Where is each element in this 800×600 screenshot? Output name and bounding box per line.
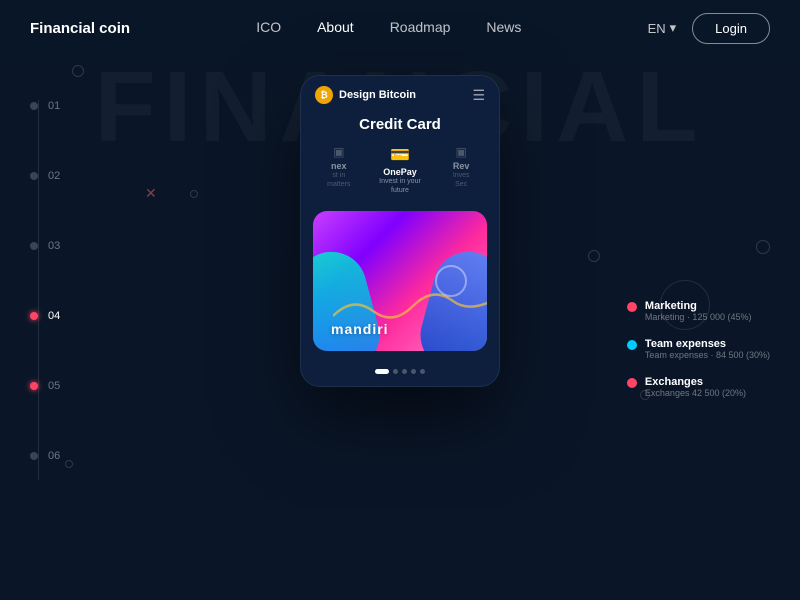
page-dot-5[interactable] [420,369,425,374]
timeline: 01 02 03 04 05 06 [30,100,60,520]
card-item-rev[interactable]: ▣ Rev InvesSec [433,143,489,203]
legend-sub-exchanges: Exchanges 42 500 (20%) [645,388,746,398]
bitcoin-logo-icon: ₿ [315,86,333,104]
legend-dot-exchanges [627,378,637,388]
deco-dot-2 [190,190,198,198]
page-dot-3[interactable] [402,369,407,374]
timeline-item-04: 04 [30,310,60,322]
hamburger-icon[interactable]: ☰ [472,87,485,104]
login-button[interactable]: Login [692,13,770,44]
legend-text-exchanges: Exchanges Exchanges 42 500 (20%) [645,376,746,398]
rev-desc: InvesSec [453,171,470,189]
deco-cross-1: ✕ [145,185,157,202]
onepay-desc: Invest in yourfuture [379,177,421,195]
deco-dot-3 [588,250,600,262]
legend-text-team: Team expenses Team expenses · 84 500 (30… [645,338,770,360]
timeline-dot-05 [30,382,38,390]
timeline-item-05: 05 [30,380,60,392]
rev-name: Rev [453,161,470,171]
legend-text-marketing: Marketing Marketing · 125 000 (45%) [645,300,752,322]
nav-ico[interactable]: ICO [256,19,281,35]
phone-mockup: ₿ Design Bitcoin ☰ Credit Card ▣ nex st … [300,75,500,387]
phone-title: Credit Card [301,112,499,143]
timeline-label-01: 01 [48,100,60,112]
phone-frame: ₿ Design Bitcoin ☰ Credit Card ▣ nex st … [300,75,500,387]
timeline-label-04: 04 [48,310,60,322]
timeline-label-03: 03 [48,240,60,252]
timeline-dot-02 [30,172,38,180]
legend-marketing: Marketing Marketing · 125 000 (45%) [627,300,770,322]
card-item-onepay[interactable]: 💳 OnePay Invest in yourfuture [367,143,434,203]
page-dot-4[interactable] [411,369,416,374]
legend-title-marketing: Marketing [645,300,752,312]
legend-title-team: Team expenses [645,338,770,350]
timeline-item-01: 01 [30,100,60,112]
card-carousel: ▣ nex st inmatters 💳 OnePay Invest in yo… [301,143,499,203]
deco-dot-5 [65,460,73,468]
rev-icon: ▣ [456,145,467,159]
navbar: Financial coin ICO About Roadmap News EN… [0,0,800,56]
page-dot-2[interactable] [393,369,398,374]
nex-icon: ▣ [333,145,344,159]
legend-sub-team: Team expenses · 84 500 (30%) [645,350,770,360]
card-pagination [301,361,499,386]
legend-sub-marketing: Marketing · 125 000 (45%) [645,312,752,322]
timeline-dot-06 [30,452,38,460]
lang-button[interactable]: EN ▾ [648,20,677,36]
card-brand-text: mandiri [331,321,389,337]
deco-dot-6 [756,240,770,254]
onepay-name: OnePay [383,167,417,177]
phone-logo: ₿ Design Bitcoin [315,86,416,104]
nex-desc: st inmatters [327,171,350,189]
navbar-right: EN ▾ Login [648,13,770,44]
page-dot-1[interactable] [375,369,389,374]
legend-team: Team expenses Team expenses · 84 500 (30… [627,338,770,360]
deco-dot-1 [72,65,84,77]
nav-roadmap[interactable]: Roadmap [390,19,451,35]
onepay-icon: 💳 [390,145,410,165]
card-item-nex[interactable]: ▣ nex st inmatters [311,143,367,203]
timeline-label-05: 05 [48,380,60,392]
timeline-item-02: 02 [30,170,60,182]
phone-header: ₿ Design Bitcoin ☰ [301,76,499,112]
brand-logo: Financial coin [30,20,130,37]
timeline-item-06: 06 [30,450,60,462]
card-circle-deco [435,265,467,297]
main-credit-card: mandiri [313,211,487,351]
nav-news[interactable]: News [486,19,521,35]
timeline-label-02: 02 [48,170,60,182]
timeline-item-03: 03 [30,240,60,252]
timeline-dot-04 [30,312,38,320]
nav-about[interactable]: About [317,19,354,35]
timeline-dot-01 [30,102,38,110]
legend-exchanges: Exchanges Exchanges 42 500 (20%) [627,376,770,398]
nex-name: nex [331,161,347,171]
legend-title-exchanges: Exchanges [645,376,746,388]
timeline-label-06: 06 [48,450,60,462]
legend-dot-marketing [627,302,637,312]
timeline-dot-03 [30,242,38,250]
timeline-line [38,100,39,480]
legend-dot-team [627,340,637,350]
nav-links: ICO About Roadmap News [256,19,521,37]
legend-panel: Marketing Marketing · 125 000 (45%) Team… [627,300,770,414]
